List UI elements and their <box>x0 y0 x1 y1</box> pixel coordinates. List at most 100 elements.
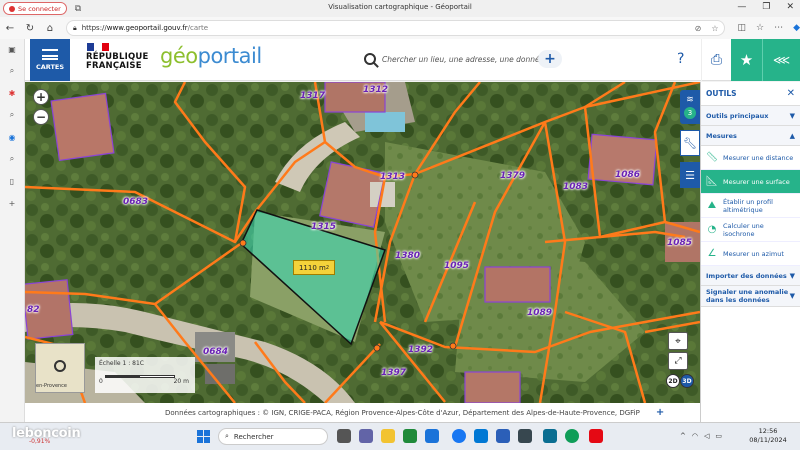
tool-azimuth[interactable]: ∠ Mesurer un azimut <box>701 242 800 266</box>
tools-button[interactable]: 🔧︎ <box>680 130 700 156</box>
parcel-label: 1392 <box>408 345 434 355</box>
split-screen-icon[interactable]: ◫ <box>737 23 746 33</box>
reload-icon[interactable]: ↻ <box>20 23 40 34</box>
tool-app-icon[interactable] <box>518 429 532 443</box>
search-icon[interactable]: ⌕ <box>6 65 18 77</box>
document-icon[interactable]: ▯ <box>6 175 18 187</box>
mail-icon[interactable] <box>425 429 439 443</box>
file-explorer-icon[interactable] <box>381 429 395 443</box>
printer-icon: ⎙ <box>710 52 723 68</box>
section-report-anomaly[interactable]: Signaler une anomalie dans les données ▼ <box>701 286 800 307</box>
location-search[interactable]: Chercher un lieu, une adresse, une donné… <box>358 49 568 69</box>
help-button[interactable]: ? <box>677 51 684 67</box>
volume-icon[interactable]: ◁ <box>704 432 709 440</box>
apps-icon[interactable]: ✱ <box>6 87 18 99</box>
favorite-star-icon[interactable]: ☆ <box>711 24 718 33</box>
back-icon[interactable]: ← <box>0 23 20 34</box>
url-field[interactable]: 🔒︎ https://www.geoportail.gouv.fr/carte … <box>65 20 726 36</box>
task-view-icon[interactable] <box>337 429 351 443</box>
favorites-button[interactable]: ★ <box>731 39 762 81</box>
attribution-more-icon[interactable]: + <box>656 407 664 418</box>
parcel-label: 1312 <box>363 85 389 95</box>
geoportail-logo[interactable]: géoportail <box>160 44 262 68</box>
zoom-in-button[interactable]: + <box>33 89 49 105</box>
parcel-label: 0683 <box>123 197 149 207</box>
aerial-map[interactable] <box>25 82 700 403</box>
app-icon[interactable] <box>496 429 510 443</box>
wifi-icon[interactable]: ◠ <box>692 432 698 440</box>
minimize-icon[interactable]: — <box>737 2 746 12</box>
french-flag-icon <box>87 43 109 51</box>
geoportail-header: CARTES RÉPUBLIQUE FRANÇAISE géoportail C… <box>25 39 800 81</box>
azimuth-icon: ∠ <box>707 248 717 259</box>
start-button[interactable] <box>197 430 210 443</box>
overview-minimap[interactable]: en-Provence <box>35 343 85 393</box>
search-icon: ⌕ <box>225 432 229 440</box>
section-mesures[interactable]: Mesures ▲ <box>701 126 800 146</box>
url-host: www.geoportail.gouv.fr <box>106 24 188 32</box>
geolocate-button[interactable]: ⌖ <box>668 332 688 350</box>
map-view[interactable]: 1317 1312 1313 1379 1083 1086 0683 1315 … <box>25 82 700 403</box>
chevron-up-icon[interactable]: ^ <box>680 432 686 440</box>
expand-icon: ⤢ <box>674 356 682 366</box>
scale-bar: Échelle 1 : 81C 0 20 m <box>95 357 195 393</box>
taskbar-search[interactable]: ⌕ Rechercher <box>218 428 328 445</box>
zoom-out-button[interactable]: − <box>33 109 49 125</box>
view-2d-button[interactable]: 2D <box>666 374 680 388</box>
chevron-down-icon: ▼ <box>789 271 795 280</box>
layers-button[interactable]: ≋ 3 <box>680 90 700 124</box>
tool-elevation-profile[interactable]: ⛰ Établir un profil altimétrique <box>701 194 800 218</box>
fullscreen-button[interactable]: ⤢ <box>668 352 688 370</box>
share-button[interactable]: ⋘ <box>762 39 800 81</box>
tabs-icon[interactable]: ▣ <box>6 43 18 55</box>
search-icon-2[interactable]: ⌕ <box>6 109 18 121</box>
photos-icon[interactable] <box>543 429 557 443</box>
search-icon-3[interactable]: ⌕ <box>6 153 18 165</box>
battery-icon[interactable]: ▭ <box>715 432 722 440</box>
cartes-menu-button[interactable]: CARTES <box>30 39 70 81</box>
tool-measure-surface[interactable]: 📐︎ Mesurer une surface <box>701 170 800 194</box>
edge-icon[interactable] <box>565 429 579 443</box>
signin-button[interactable]: Se connecter <box>3 2 67 15</box>
close-icon[interactable]: ✕ <box>787 88 795 99</box>
teams-icon[interactable] <box>359 429 373 443</box>
netflix-icon[interactable] <box>589 429 603 443</box>
republique-francaise-logo[interactable]: RÉPUBLIQUE FRANÇAISE <box>86 43 166 71</box>
layers-icon: ≋ <box>686 95 694 105</box>
stock-ticker[interactable]: -0,91% <box>29 438 50 445</box>
view-3d-button[interactable]: 3D <box>680 374 694 388</box>
print-button[interactable]: ⎙ <box>701 39 731 81</box>
tab-actions-icon[interactable]: ⧉ <box>75 4 81 14</box>
attribution-bar: Données cartographiques : © IGN, CRIGE-P… <box>25 403 700 422</box>
republic-line2: FRANÇAISE <box>86 61 142 71</box>
logo-portail: portail <box>197 44 263 68</box>
add-data-button[interactable]: + <box>538 50 562 68</box>
area-value: 1110 m <box>298 263 326 272</box>
logo-geo: géo <box>160 44 198 68</box>
browser-sidebar: ▣ ⌕ ✱ ⌕ ◉ ⌕ ▯ + <box>0 39 25 422</box>
maximize-icon[interactable]: ❐ <box>762 2 770 12</box>
section-outils-principaux[interactable]: Outils principaux ▼ <box>701 106 800 126</box>
wrench-icon: 🔧︎ <box>683 136 697 150</box>
tool-isochrone[interactable]: ◔ Calculer une isochrone <box>701 218 800 242</box>
finance-app-icon[interactable] <box>403 429 417 443</box>
more-icon[interactable]: ⋯ <box>774 23 783 33</box>
tool-measure-distance[interactable]: 📏︎ Mesurer une distance <box>701 146 800 170</box>
section-import[interactable]: Importer des données ▼ <box>701 266 800 286</box>
home-icon[interactable]: ⌂ <box>40 23 60 34</box>
tracking-icon[interactable]: ⊘ <box>695 24 702 33</box>
favorites-icon[interactable]: ☆ <box>756 23 764 33</box>
add-icon[interactable]: + <box>6 197 18 209</box>
close-window-icon[interactable]: ✕ <box>786 2 794 12</box>
taskbar-clock[interactable]: 12:56 08/11/2024 <box>745 427 791 445</box>
address-toolbar: ← ↻ ⌂ 🔒︎ https://www.geoportail.gouv.fr/… <box>0 17 800 39</box>
facebook-icon[interactable] <box>452 429 466 443</box>
scale-max: 20 m <box>173 378 189 385</box>
outlook-icon[interactable] <box>474 429 488 443</box>
browser-title-bar: Se connecter ⧉ Visualisation cartographi… <box>0 0 800 17</box>
legend-button[interactable]: ☰ <box>680 162 700 188</box>
plus-icon: + <box>544 51 556 67</box>
url-prefix: https:// <box>81 24 107 32</box>
copilot-icon[interactable]: ◆ <box>793 23 800 33</box>
globe-icon[interactable]: ◉ <box>6 131 18 143</box>
